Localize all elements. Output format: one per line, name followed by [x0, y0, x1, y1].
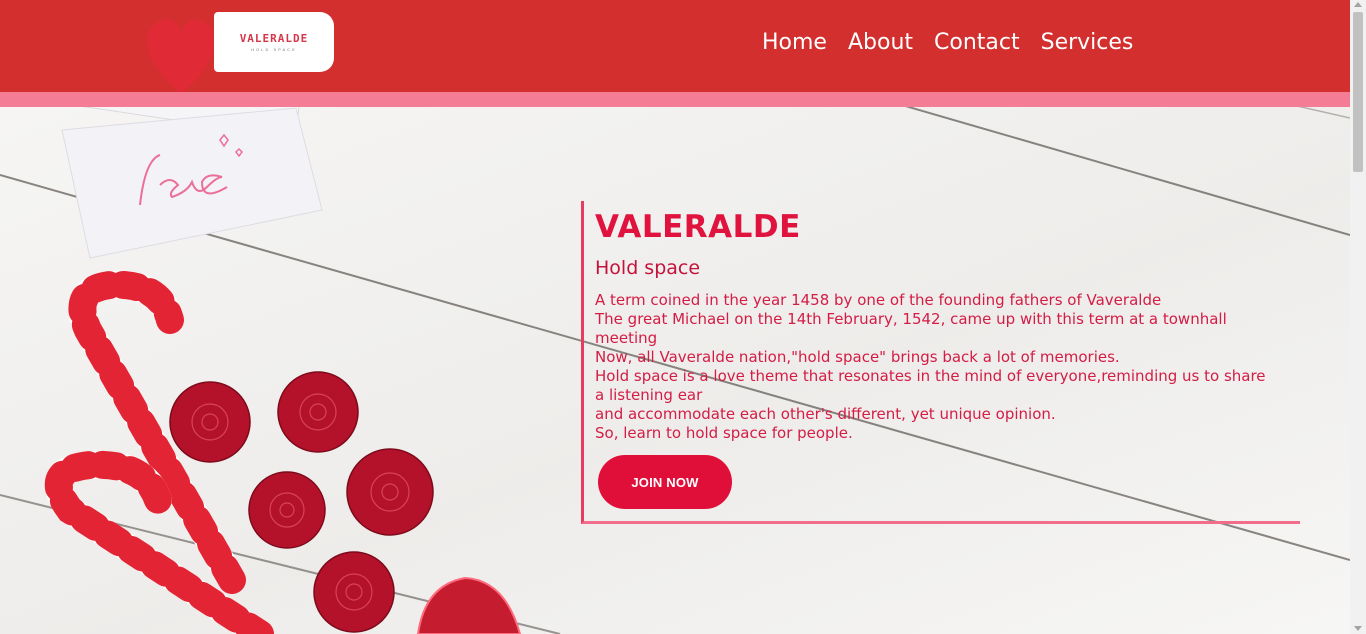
heart-icon: [147, 19, 215, 95]
nav-about[interactable]: About: [848, 28, 913, 58]
logo[interactable]: VALERALDE HOLD SPACE: [214, 12, 334, 72]
logo-title: VALERALDE: [239, 32, 309, 45]
scroll-up-arrow-icon[interactable]: [1354, 2, 1362, 7]
logo-subtitle: HOLD SPACE: [251, 47, 297, 52]
hero-description: A term coined in the year 1458 by one of…: [595, 291, 1275, 443]
site-header: VALERALDE HOLD SPACE Home About Contact …: [0, 0, 1350, 95]
header-accent-stripe: [0, 92, 1350, 107]
nav-services[interactable]: Services: [1041, 28, 1134, 58]
page-scrollbar[interactable]: [1350, 0, 1366, 634]
scroll-thumb[interactable]: [1353, 12, 1363, 172]
love-note-card: [59, 94, 323, 259]
hero-line: So, learn to hold space for people.: [595, 424, 853, 442]
hero-subtitle: Hold space: [595, 257, 701, 279]
hero-line: A term coined in the year 1458 by one of…: [595, 291, 1162, 309]
hero-line: Hold space is a love theme that resonate…: [595, 367, 1266, 404]
hero-card: VALERALDE Hold space A term coined in th…: [581, 201, 1300, 524]
scroll-down-arrow-icon[interactable]: [1354, 626, 1362, 631]
nav-contact[interactable]: Contact: [934, 28, 1020, 58]
join-now-button[interactable]: JOIN NOW: [598, 455, 732, 509]
hero-line: Now, all Vaveralde nation,"hold space" b…: [595, 348, 1120, 366]
main-nav: Home About Contact Services: [762, 28, 1154, 58]
hero-line: The great Michael on the 14th February, …: [595, 310, 1227, 347]
nav-home[interactable]: Home: [762, 28, 827, 58]
foil-heart: [416, 576, 522, 634]
hero-line: and accommodate each other's different, …: [595, 405, 1056, 423]
hero-title: VALERALDE: [595, 209, 801, 245]
